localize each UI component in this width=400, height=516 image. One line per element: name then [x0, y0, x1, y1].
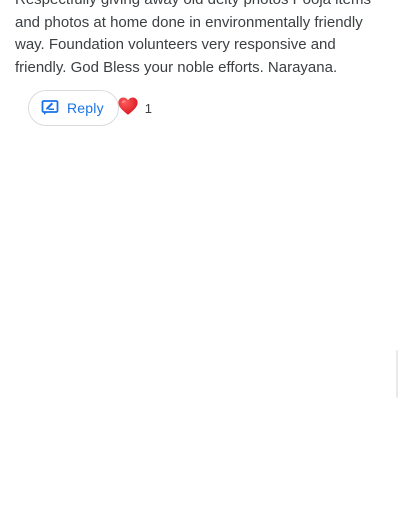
scrollbar-thumb[interactable]: [396, 350, 398, 398]
reply-icon: [41, 99, 67, 117]
heart-icon: [117, 95, 139, 122]
reply-button-label: Reply: [67, 100, 104, 116]
review-actions: Reply 1: [28, 90, 152, 126]
heart-reaction-button[interactable]: 1: [117, 95, 152, 122]
review-text: Respectfully giving away old deity photo…: [15, 0, 371, 76]
reply-button[interactable]: Reply: [28, 90, 119, 126]
reaction-count: 1: [144, 100, 153, 116]
